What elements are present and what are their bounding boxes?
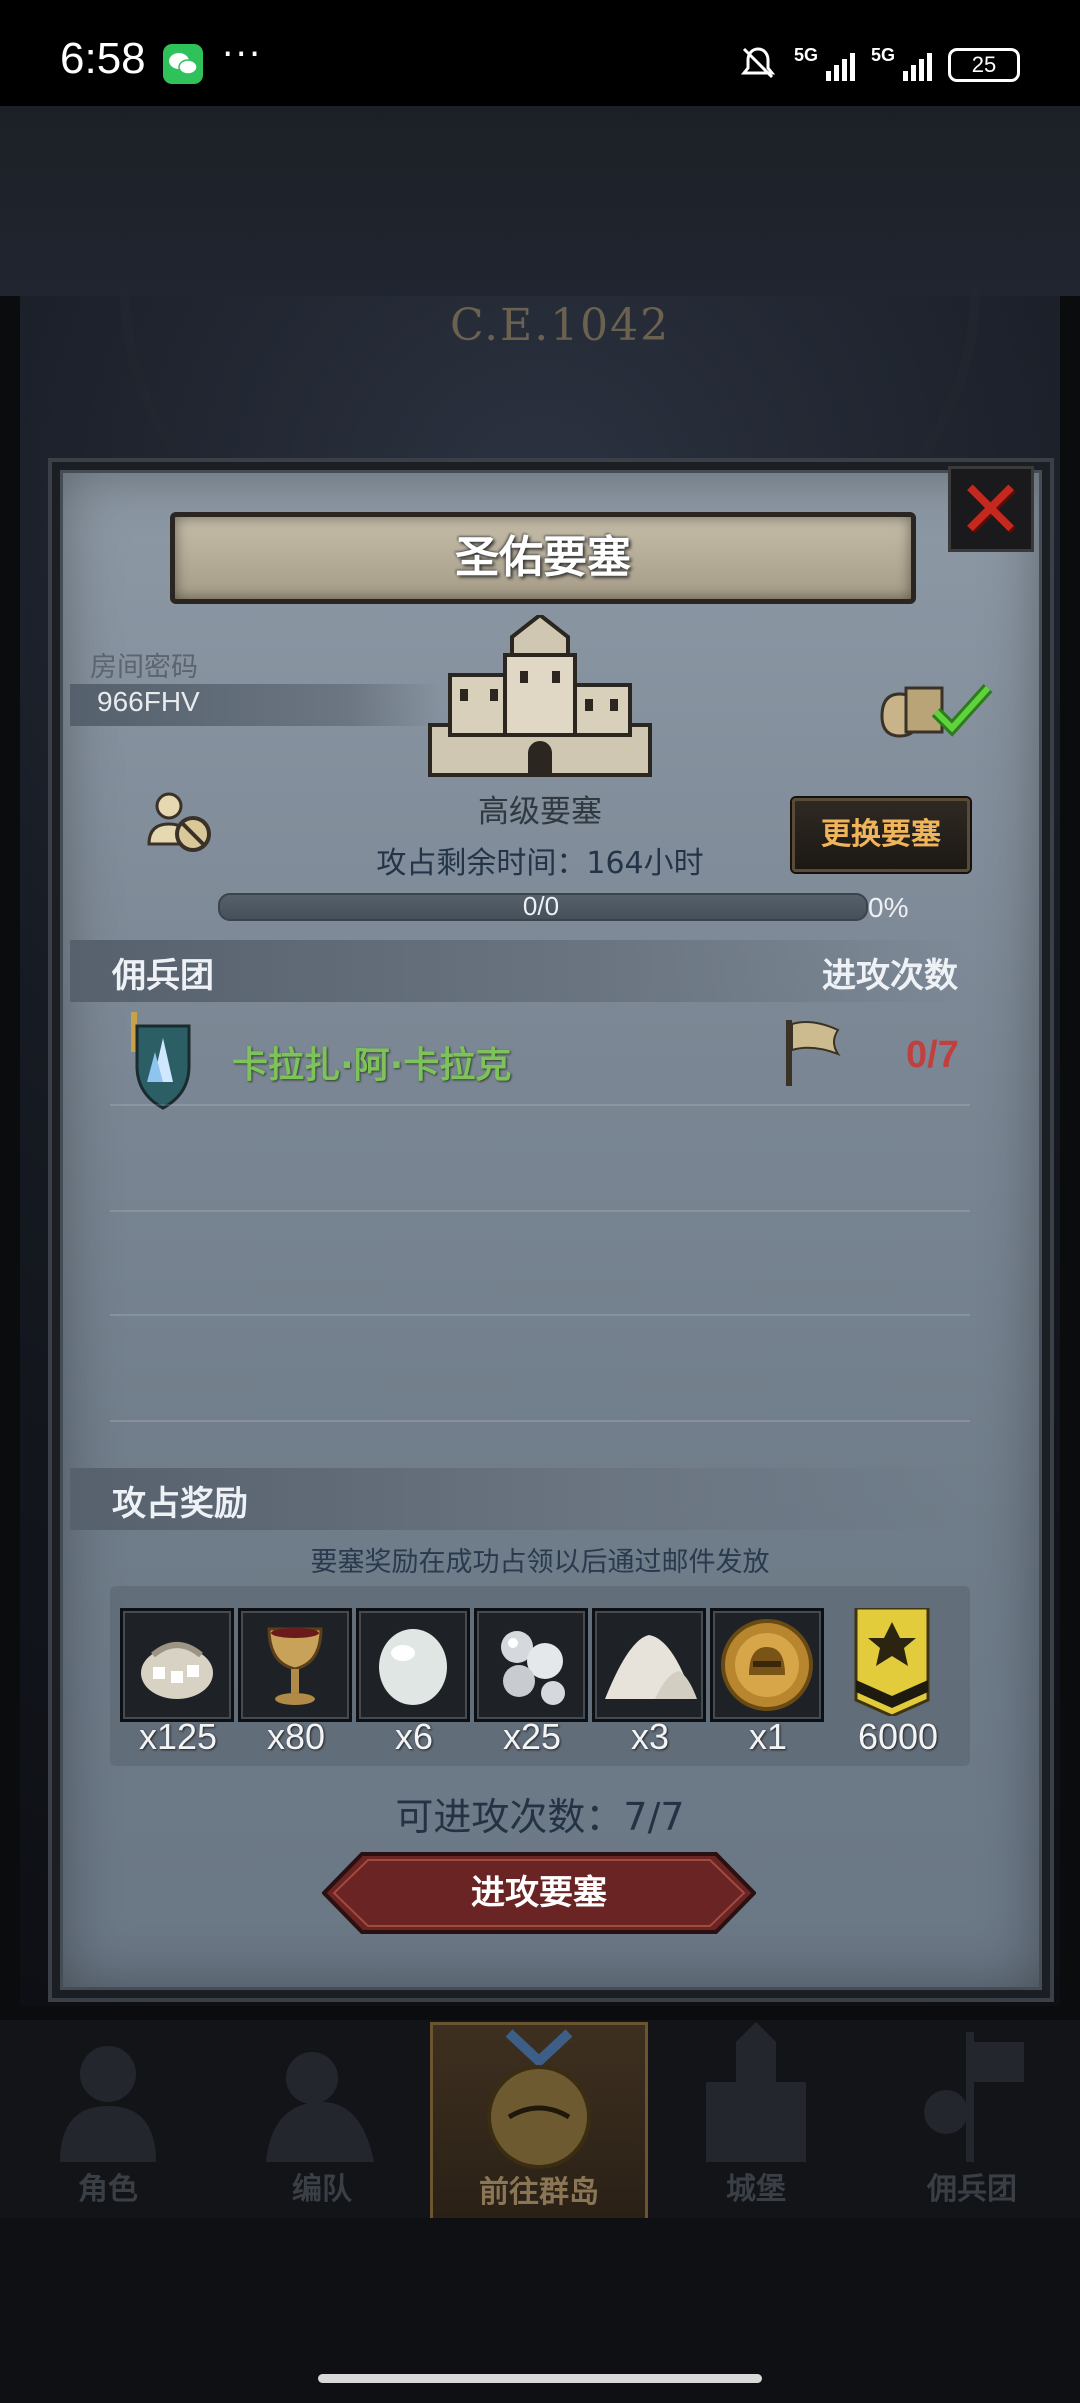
nav-castle-label: 城堡 bbox=[726, 2172, 786, 2207]
close-icon: ✕ bbox=[957, 463, 1025, 556]
wechat-icon bbox=[163, 44, 203, 84]
ore-sack-icon bbox=[141, 1642, 213, 1699]
mercenary-header: 佣兵团 bbox=[112, 956, 214, 996]
rewards-claimed-icon[interactable] bbox=[878, 676, 998, 746]
attack-flag-icon bbox=[782, 1018, 842, 1088]
reward-item-stone[interactable] bbox=[356, 1608, 470, 1722]
silver-pearls-icon bbox=[501, 1631, 565, 1705]
capture-progress-text: 0/0 bbox=[522, 891, 560, 921]
reward-header: 攻占奖励 bbox=[112, 1484, 248, 1524]
nav-islands-label: 前往群岛 bbox=[479, 2175, 599, 2210]
signal-icon bbox=[825, 49, 855, 81]
row-divider bbox=[110, 1314, 970, 1316]
nav-mercenary-label: 佣兵团 bbox=[927, 2172, 1017, 2207]
guild-banner-icon bbox=[854, 1608, 930, 1716]
attacks-header: 进攻次数 bbox=[822, 956, 958, 996]
more-notifications-icon: ··· bbox=[222, 34, 263, 75]
nav-character-label: 角色 bbox=[78, 2172, 138, 2207]
salt-pile-icon bbox=[605, 1635, 697, 1699]
castle-icon bbox=[706, 2022, 806, 2162]
reward-qty-goblet: x80 bbox=[266, 1716, 326, 1757]
reward-qty-ore: x125 bbox=[138, 1716, 218, 1757]
status-time: 6:58 bbox=[60, 34, 146, 83]
row-divider bbox=[110, 1104, 970, 1106]
reward-qty-stone: x6 bbox=[394, 1716, 434, 1757]
nav-islands[interactable]: 前往群岛 bbox=[430, 2022, 648, 2222]
capture-progress-percent: 0% bbox=[868, 892, 909, 923]
nav-mercenary[interactable]: 佣兵团 bbox=[866, 2022, 1078, 2216]
reward-item-pearls[interactable] bbox=[474, 1608, 588, 1722]
reward-item-ore[interactable] bbox=[120, 1608, 234, 1722]
reward-item-goblet[interactable] bbox=[238, 1608, 352, 1722]
guild-name[interactable]: 卡拉扎·阿·卡拉克 bbox=[232, 1036, 511, 1088]
guild-attack-count: 0/7 bbox=[906, 1034, 959, 1076]
home-indicator[interactable] bbox=[318, 2374, 762, 2383]
fortress-image bbox=[420, 612, 660, 785]
white-stone-icon bbox=[379, 1629, 447, 1705]
fortress-type: 高级要塞 bbox=[478, 794, 602, 830]
guild-emblem-icon bbox=[125, 1012, 195, 1112]
room-password-value[interactable]: 966FHV bbox=[97, 686, 200, 718]
mute-icon bbox=[738, 43, 778, 88]
signal-icon-2 bbox=[903, 49, 932, 81]
character-icon bbox=[60, 2046, 156, 2162]
battery-icon: 25 bbox=[948, 48, 1020, 82]
close-button[interactable]: ✕ bbox=[948, 463, 1034, 556]
era-label: C.E.1042 bbox=[450, 300, 671, 351]
nav-castle[interactable]: 城堡 bbox=[650, 2022, 862, 2216]
knight-medal-icon bbox=[721, 1619, 813, 1711]
attack-fortress-label: 进攻要塞 bbox=[471, 1873, 607, 1913]
nav-character[interactable]: 角色 bbox=[2, 2022, 214, 2216]
mercenary-icon bbox=[924, 2032, 1024, 2162]
game-header-area bbox=[0, 106, 1080, 296]
network-type-1: 5G bbox=[793, 44, 818, 65]
nav-formation-label: 编队 bbox=[292, 2172, 352, 2207]
goblet-icon bbox=[267, 1627, 323, 1705]
attacks-available: 可进攻次数：7/7 bbox=[395, 1795, 685, 1839]
reward-item-salt[interactable] bbox=[592, 1608, 706, 1722]
reward-qty-salt: x3 bbox=[630, 1716, 670, 1757]
reward-item-medal[interactable] bbox=[710, 1608, 824, 1722]
capture-time-remaining: 攻占剩余时间：164小时 bbox=[376, 846, 704, 881]
reward-note: 要塞奖励在成功占领以后通过邮件发放 bbox=[310, 1547, 770, 1578]
reward-item-banner[interactable] bbox=[852, 1608, 960, 1716]
nav-formation[interactable]: 编队 bbox=[216, 2022, 428, 2216]
dialog-title: 圣佑要塞 bbox=[455, 532, 631, 583]
reward-qty-pearls: x25 bbox=[502, 1716, 562, 1757]
row-divider bbox=[110, 1210, 970, 1212]
room-password-label: 房间密码 bbox=[90, 652, 198, 683]
reward-qty-medal: x1 bbox=[748, 1716, 788, 1757]
network-type-2: 5G bbox=[870, 44, 895, 65]
reward-qty-banner: 6000 bbox=[857, 1716, 939, 1757]
formation-icon bbox=[266, 2052, 374, 2162]
row-divider bbox=[110, 1420, 970, 1422]
islands-icon bbox=[487, 2029, 591, 2169]
status-indicators: 5G 5G 25 bbox=[738, 40, 1020, 90]
